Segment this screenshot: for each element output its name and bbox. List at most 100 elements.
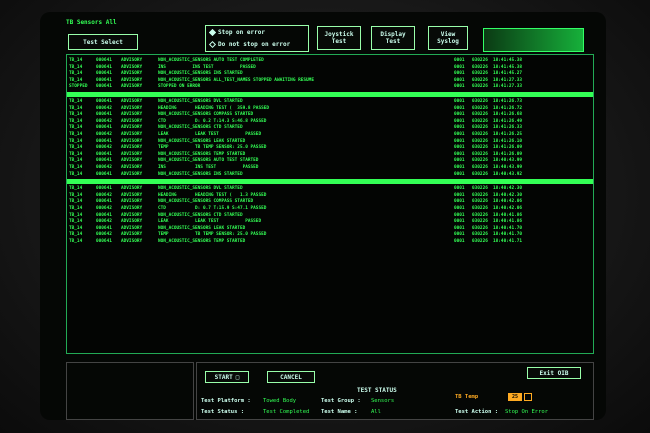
log-cell: TB_14 — [69, 212, 83, 218]
log-cell: NON_ACOUSTIC_SENSORS COMPASS STARTED — [158, 199, 254, 205]
test-select-button[interactable]: Test Select — [68, 34, 138, 50]
log-cell: 000641 — [96, 138, 112, 144]
log-row: TB_14 000642 ADVISORY TEMP TB TEMP SENSOR: … — [69, 145, 591, 151]
do-not-stop-on-error-label: Do not stop on error — [218, 41, 291, 48]
log-cell: ADVISORY — [121, 212, 143, 218]
log-cell: 000642 — [96, 118, 112, 124]
log-cell: 0001 — [454, 206, 465, 211]
cancel-button[interactable]: CANCEL — [267, 371, 315, 383]
log-cell: ADVISORY — [121, 125, 143, 131]
log-cell: ADVISORY — [121, 225, 143, 231]
log-cell: NON_ACOUSTIC_SENSORS DVL STARTED — [158, 99, 243, 104]
log-cell: 030226 — [472, 212, 488, 218]
joystick-test-button[interactable]: Joystick Test — [317, 26, 361, 50]
log-cell: 000642 — [96, 192, 112, 198]
log-cell: NON_ACOUSTIC_SENSORS AUTO TEST STARTED — [158, 158, 259, 164]
log-cell: 030226 — [472, 64, 488, 70]
log-cell: TB_14 — [69, 219, 83, 225]
log-cell: 18:40:41.71 — [493, 239, 523, 244]
log-cell: 0001 — [454, 158, 465, 164]
log-cell: 000641 — [96, 225, 112, 231]
log-cell: ADVISORY — [121, 99, 143, 104]
tb-temp-label: TB Temp — [455, 394, 479, 400]
window-title: TB Sensors All — [66, 19, 117, 26]
test-action-label: Test Action : — [455, 409, 499, 415]
log-cell: 0001 — [454, 239, 465, 244]
display-test-button[interactable]: Display Test — [371, 26, 415, 50]
log-cell: 18:41:26.73 — [493, 99, 523, 104]
log-cell: INS INS TEST PASSED — [158, 64, 256, 70]
log-cell: 000641 — [96, 239, 112, 244]
log-row: TB_14 000642 ADVISORY CTD D: 0.7 T:15.9 S:4… — [69, 206, 591, 212]
test-name-value: All — [371, 409, 381, 415]
log-cell: 0001 — [454, 105, 465, 111]
log-row: TB_14 000641 ADVISORY NON_ACOUSTIC_SENSORS … — [69, 158, 591, 164]
log-cell: TEMP TB TEMP SENSOR: 25.0 PASSED — [158, 145, 267, 151]
log-cell: TB_14 — [69, 132, 83, 137]
log-cell: TB_14 — [69, 239, 83, 244]
log-cell: ADVISORY — [121, 199, 143, 205]
log-cell: TB_14 — [69, 71, 83, 77]
log-cell: NON_ACOUSTIC_SENSORS AUTO TEST COMPLETED — [158, 58, 264, 63]
log-cell: 18:40:41.86 — [493, 212, 523, 218]
log-row: TB_14 000642 ADVISORY LEAK LEAK TEST PASSED… — [69, 219, 591, 225]
log-cell: 0001 — [454, 232, 465, 238]
log-cell: ADVISORY — [121, 64, 143, 70]
log-cell: 18:41:45.38 — [493, 64, 523, 70]
log-cell: ADVISORY — [121, 118, 143, 124]
log-cell: 000642 — [96, 165, 112, 170]
log-row: TB_14 000641 ADVISORY NON_ACOUSTIC_SENSORS … — [69, 186, 591, 192]
log-cell: ADVISORY — [121, 77, 143, 83]
exit-oib-button[interactable]: Exit OIB — [527, 367, 581, 379]
log-cell: 030226 — [472, 199, 488, 205]
log-cell: STOPPED ON ERROR — [158, 84, 201, 90]
stop-on-error-radio[interactable]: Stop on error — [208, 28, 265, 37]
log-row: TB_14 000641 ADVISORY NON_ACOUSTIC_SENSORS … — [69, 199, 591, 205]
log-cell: 000641 — [96, 158, 112, 164]
log-cell: NON_ACOUSTIC_SENSORS TEMP STARTED — [158, 239, 246, 244]
log-cell: TB_14 — [69, 105, 83, 111]
start-button[interactable]: START □ — [205, 371, 249, 383]
view-syslog-button[interactable]: View Syslog — [428, 26, 468, 50]
log-cell: ADVISORY — [121, 105, 143, 111]
log-cell: ADVISORY — [121, 71, 143, 77]
log-cell: 18:40:43.99 — [493, 165, 523, 170]
log-cell: 000641 — [96, 151, 112, 157]
log-cell: LEAK LEAK TEST PASSED — [158, 132, 262, 137]
radio-unselected-icon — [208, 40, 217, 49]
log-cell: TB_14 — [69, 77, 83, 83]
log-row: TB_14 000642 ADVISORY HEADING HEADING TEST … — [69, 106, 591, 112]
log-cell: 030226 — [472, 58, 488, 63]
log-cell: 030226 — [472, 105, 488, 111]
log-cell: 0001 — [454, 219, 465, 225]
test-platform-value: Towed Body — [263, 398, 297, 404]
tb-temp-value: 25 — [508, 393, 522, 401]
log-cell: ADVISORY — [121, 219, 143, 225]
test-action-value: Stop On Error — [505, 409, 549, 415]
log-row: TB_14 000641 ADVISORY NON_ACOUSTIC_SENSORS … — [69, 99, 591, 105]
log-cell: NON_ACOUSTIC_SENSORS INS STARTED — [158, 171, 243, 177]
log-panel[interactable]: TB_14 000641 ADVISORY NON_ACOUSTIC_SENSORS … — [66, 54, 594, 354]
log-cell: 18:40:43.99 — [493, 158, 523, 164]
log-cell: NON_ACOUSTIC_SENSORS COMPASS STARTED — [158, 112, 254, 118]
log-cell: LEAK LEAK TEST PASSED — [158, 219, 262, 225]
log-cell: 0001 — [454, 77, 465, 83]
log-cell: 18:40:41.70 — [493, 232, 523, 238]
log-row: TB_14 000641 ADVISORY NON_ACOUSTIC_SENSORS … — [69, 78, 591, 84]
do-not-stop-on-error-radio[interactable]: Do not stop on error — [208, 40, 291, 49]
log-cell: 000641 — [96, 212, 112, 218]
log-cell: TB_14 — [69, 58, 83, 63]
log-cell: 030226 — [472, 125, 488, 131]
log-cell: 030226 — [472, 77, 488, 83]
log-cell: 000642 — [96, 206, 112, 211]
test-group-label: Test Group : — [321, 398, 361, 404]
test-status-title: TEST STATUS — [357, 387, 397, 394]
log-cell: NON_ACOUSTIC_SENSORS INS STARTED — [158, 71, 243, 77]
log-cell: ADVISORY — [121, 186, 143, 192]
log-cell: ADVISORY — [121, 171, 143, 177]
log-cell: 0001 — [454, 138, 465, 144]
log-cell: TB_14 — [69, 99, 83, 104]
log-cell: TB_14 — [69, 138, 83, 144]
log-cell: ADVISORY — [121, 84, 143, 90]
log-cell: NON_ACOUSTIC_SENSORS ALL_TEST_NAMES STOP… — [158, 77, 314, 83]
